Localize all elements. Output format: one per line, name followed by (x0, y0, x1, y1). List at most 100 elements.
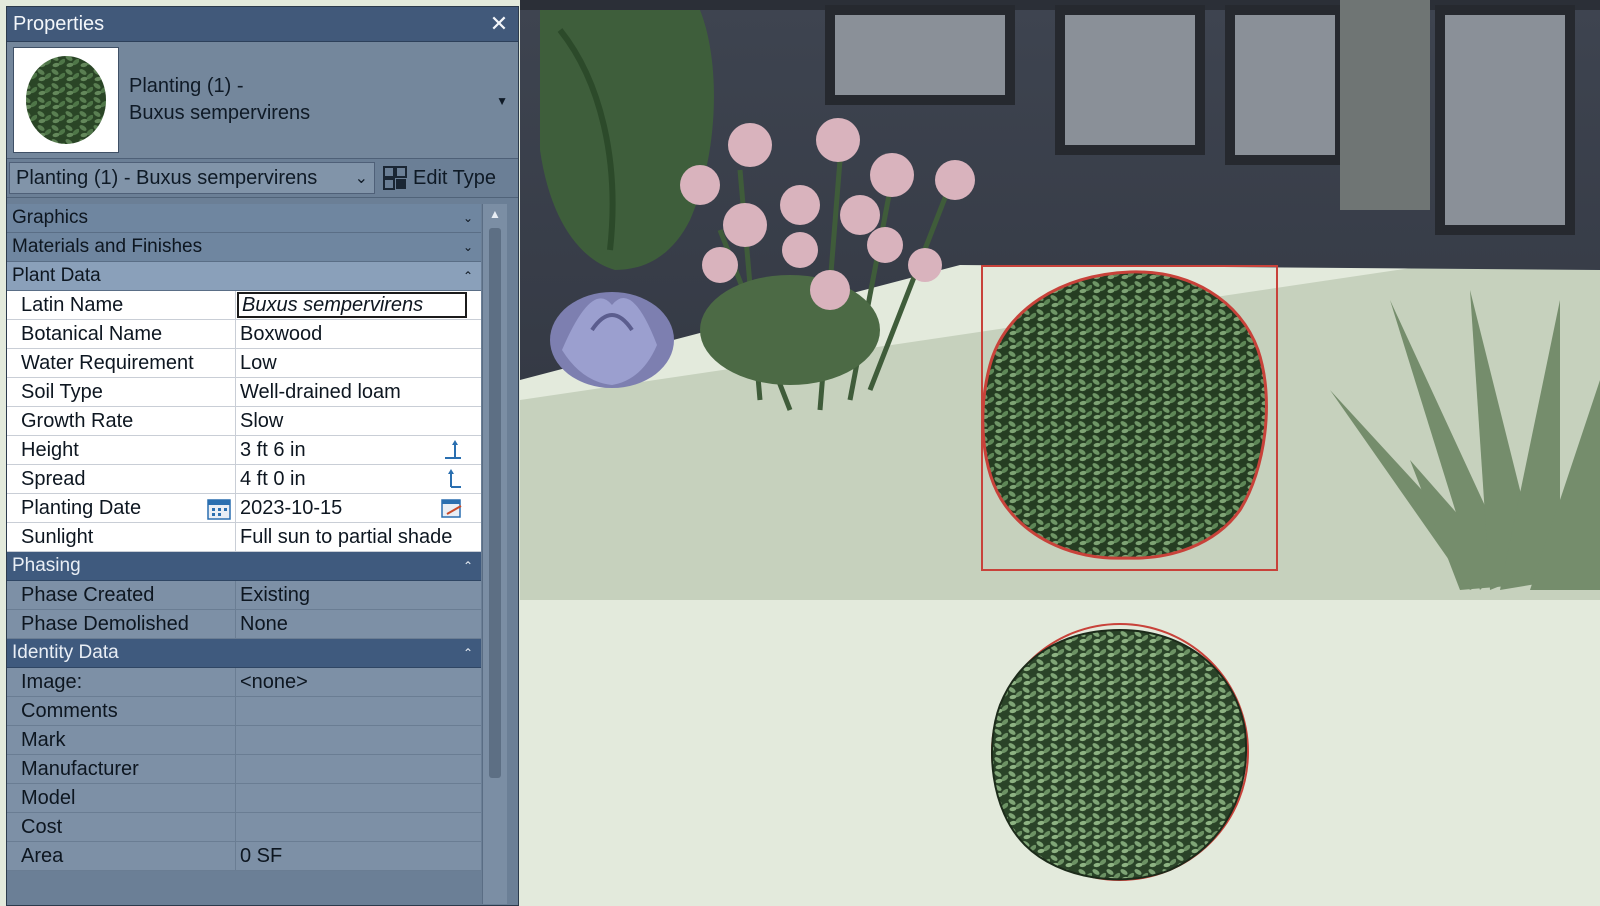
type-name-line-2: Buxus sempervirens (129, 102, 311, 124)
property-name: Area (7, 842, 236, 870)
type-name: Planting (1) - Buxus sempervirens (129, 73, 310, 127)
property-row-phase-demolished[interactable]: Phase Demolished None (7, 610, 481, 639)
type-name-line-1: Planting (1) - (129, 75, 244, 97)
property-name: Phase Demolished (7, 610, 236, 638)
calendar-icon[interactable] (207, 498, 231, 520)
type-preview-header[interactable]: Planting (1) - Buxus sempervirens ▼ (7, 42, 518, 159)
edit-type-button[interactable]: Edit Type (383, 166, 496, 190)
property-value[interactable]: Full sun to partial shade (236, 523, 481, 551)
section-graphics[interactable]: Graphics ⌄ (7, 204, 481, 233)
property-name: Botanical Name (7, 320, 236, 348)
property-name: Phase Created (7, 581, 236, 609)
property-name: Sunlight (7, 523, 236, 551)
property-name: Comments (7, 697, 236, 725)
property-value[interactable] (236, 784, 481, 812)
property-row-image[interactable]: Image: <none> (7, 668, 481, 697)
property-row-sunlight[interactable]: Sunlight Full sun to partial shade (7, 523, 481, 552)
dimension-grip-icon[interactable] (443, 469, 463, 491)
property-value[interactable]: Existing (236, 581, 481, 609)
properties-grid: Graphics ⌄ Materials and Finishes ⌄ Plan… (7, 204, 481, 871)
type-selector-value: Planting (1) - Buxus sempervirens (16, 166, 318, 189)
calendar-edit-icon[interactable] (441, 498, 463, 520)
property-name: Image: (7, 668, 236, 696)
section-plant-data[interactable]: Plant Data ⌃ (7, 262, 481, 291)
section-materials[interactable]: Materials and Finishes ⌄ (7, 233, 481, 262)
section-label: Phasing (12, 555, 81, 576)
dimension-grip-icon[interactable] (443, 440, 463, 462)
property-value[interactable] (236, 726, 481, 754)
property-row-mark[interactable]: Mark (7, 726, 481, 755)
property-row-soil[interactable]: Soil Type Well-drained loam (7, 378, 481, 407)
property-value[interactable]: <none> (236, 668, 481, 696)
property-value: 4 ft 0 in (240, 467, 306, 490)
property-row-comments[interactable]: Comments (7, 697, 481, 726)
property-value[interactable] (236, 755, 481, 783)
type-selector-row: Planting (1) - Buxus sempervirens ⌄ Edit… (7, 159, 518, 198)
property-name: Spread (7, 465, 236, 493)
latin-name-input[interactable]: Buxus sempervirens (237, 292, 467, 318)
property-value: 3 ft 6 in (240, 438, 306, 461)
section-phasing[interactable]: Phasing ⌃ (7, 552, 481, 581)
section-label: Identity Data (12, 642, 119, 663)
property-name: Growth Rate (7, 407, 236, 435)
panel-title: Properties (13, 12, 105, 35)
chevron-down-icon: ⌄ (462, 211, 473, 225)
properties-panel: Properties ✕ Planting (1) - Buxus semper… (6, 6, 519, 906)
section-label: Graphics (12, 207, 89, 228)
property-row-cost[interactable]: Cost (7, 813, 481, 842)
properties-titlebar: Properties ✕ (7, 7, 518, 42)
property-row-botanical-name[interactable]: Botanical Name Boxwood (7, 320, 481, 349)
property-name: Cost (7, 813, 236, 841)
property-name: Planting Date (21, 496, 142, 519)
property-row-latin-name[interactable]: Latin Name Buxus sempervirens (7, 291, 481, 320)
property-row-area[interactable]: Area 0 SF (7, 842, 481, 871)
succulent (550, 292, 674, 388)
property-value: 2023-10-15 (240, 496, 343, 519)
property-row-phase-created[interactable]: Phase Created Existing (7, 581, 481, 610)
property-row-model[interactable]: Model (7, 784, 481, 813)
close-icon[interactable]: ✕ (488, 11, 510, 37)
property-value[interactable]: None (236, 610, 481, 638)
type-selector-dropdown[interactable]: Planting (1) - Buxus sempervirens ⌄ (9, 162, 375, 194)
property-row-water[interactable]: Water Requirement Low (7, 349, 481, 378)
chevron-down-icon: ⌄ (462, 240, 473, 254)
property-value-cell[interactable]: 4 ft 0 in (236, 465, 481, 493)
property-name: Mark (7, 726, 236, 754)
property-name: Water Requirement (7, 349, 236, 377)
property-row-spread[interactable]: Spread 4 ft 0 in (7, 465, 481, 494)
property-value-cell[interactable]: 3 ft 6 in (236, 436, 481, 464)
shrub-plan-symbol (991, 623, 1249, 881)
property-name: Height (7, 436, 236, 464)
property-value[interactable]: Boxwood (236, 320, 481, 348)
property-row-manufacturer[interactable]: Manufacturer (7, 755, 481, 784)
section-identity-data[interactable]: Identity Data ⌃ (7, 639, 481, 668)
chevron-down-icon: ⌄ (354, 170, 368, 187)
chevron-up-icon: ⌃ (462, 646, 473, 660)
property-value[interactable]: Slow (236, 407, 481, 435)
section-label: Materials and Finishes (12, 236, 203, 257)
property-row-planting-date[interactable]: Planting Date 2023-10-15 (7, 494, 481, 523)
property-value[interactable]: Low (236, 349, 481, 377)
property-name: Latin Name (7, 291, 236, 319)
chevron-up-icon: ⌃ (462, 269, 473, 283)
scroll-up-icon[interactable]: ▲ (489, 207, 501, 221)
property-value[interactable] (236, 813, 481, 841)
property-value[interactable]: Well-drained loam (236, 378, 481, 406)
property-value-cell[interactable]: 2023-10-15 (236, 494, 481, 522)
edit-type-icon (383, 166, 407, 190)
property-value[interactable]: 0 SF (236, 842, 481, 870)
type-thumbnail (13, 47, 119, 153)
property-name: Manufacturer (7, 755, 236, 783)
chevron-down-icon[interactable]: ▼ (496, 94, 508, 108)
scrollbar-thumb[interactable] (489, 228, 501, 778)
section-label: Plant Data (12, 265, 101, 286)
chevron-up-icon: ⌃ (462, 559, 473, 573)
property-name-cell: Planting Date (7, 494, 236, 522)
property-name: Model (7, 784, 236, 812)
property-name: Soil Type (7, 378, 236, 406)
property-value[interactable] (236, 697, 481, 725)
properties-scrollbar[interactable]: ▲ (482, 204, 507, 904)
property-row-growth-rate[interactable]: Growth Rate Slow (7, 407, 481, 436)
shrub-thumbnail-icon (26, 56, 106, 144)
property-row-height[interactable]: Height 3 ft 6 in (7, 436, 481, 465)
